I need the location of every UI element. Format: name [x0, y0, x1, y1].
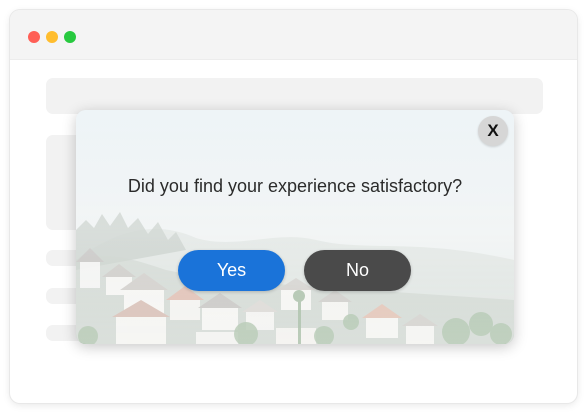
- modal-fog-overlay: [76, 110, 514, 344]
- maximize-window-dot[interactable]: [64, 31, 76, 43]
- feedback-modal: X Did you find your experience satisfact…: [76, 110, 514, 344]
- minimize-window-dot[interactable]: [46, 31, 58, 43]
- close-window-dot[interactable]: [28, 31, 40, 43]
- placeholder-header-bar: [46, 78, 543, 114]
- no-button[interactable]: No: [304, 250, 411, 291]
- modal-question: Did you find your experience satisfactor…: [127, 176, 463, 196]
- close-button[interactable]: X: [478, 116, 508, 146]
- window-titlebar: [10, 10, 577, 60]
- yes-button[interactable]: Yes: [178, 250, 285, 291]
